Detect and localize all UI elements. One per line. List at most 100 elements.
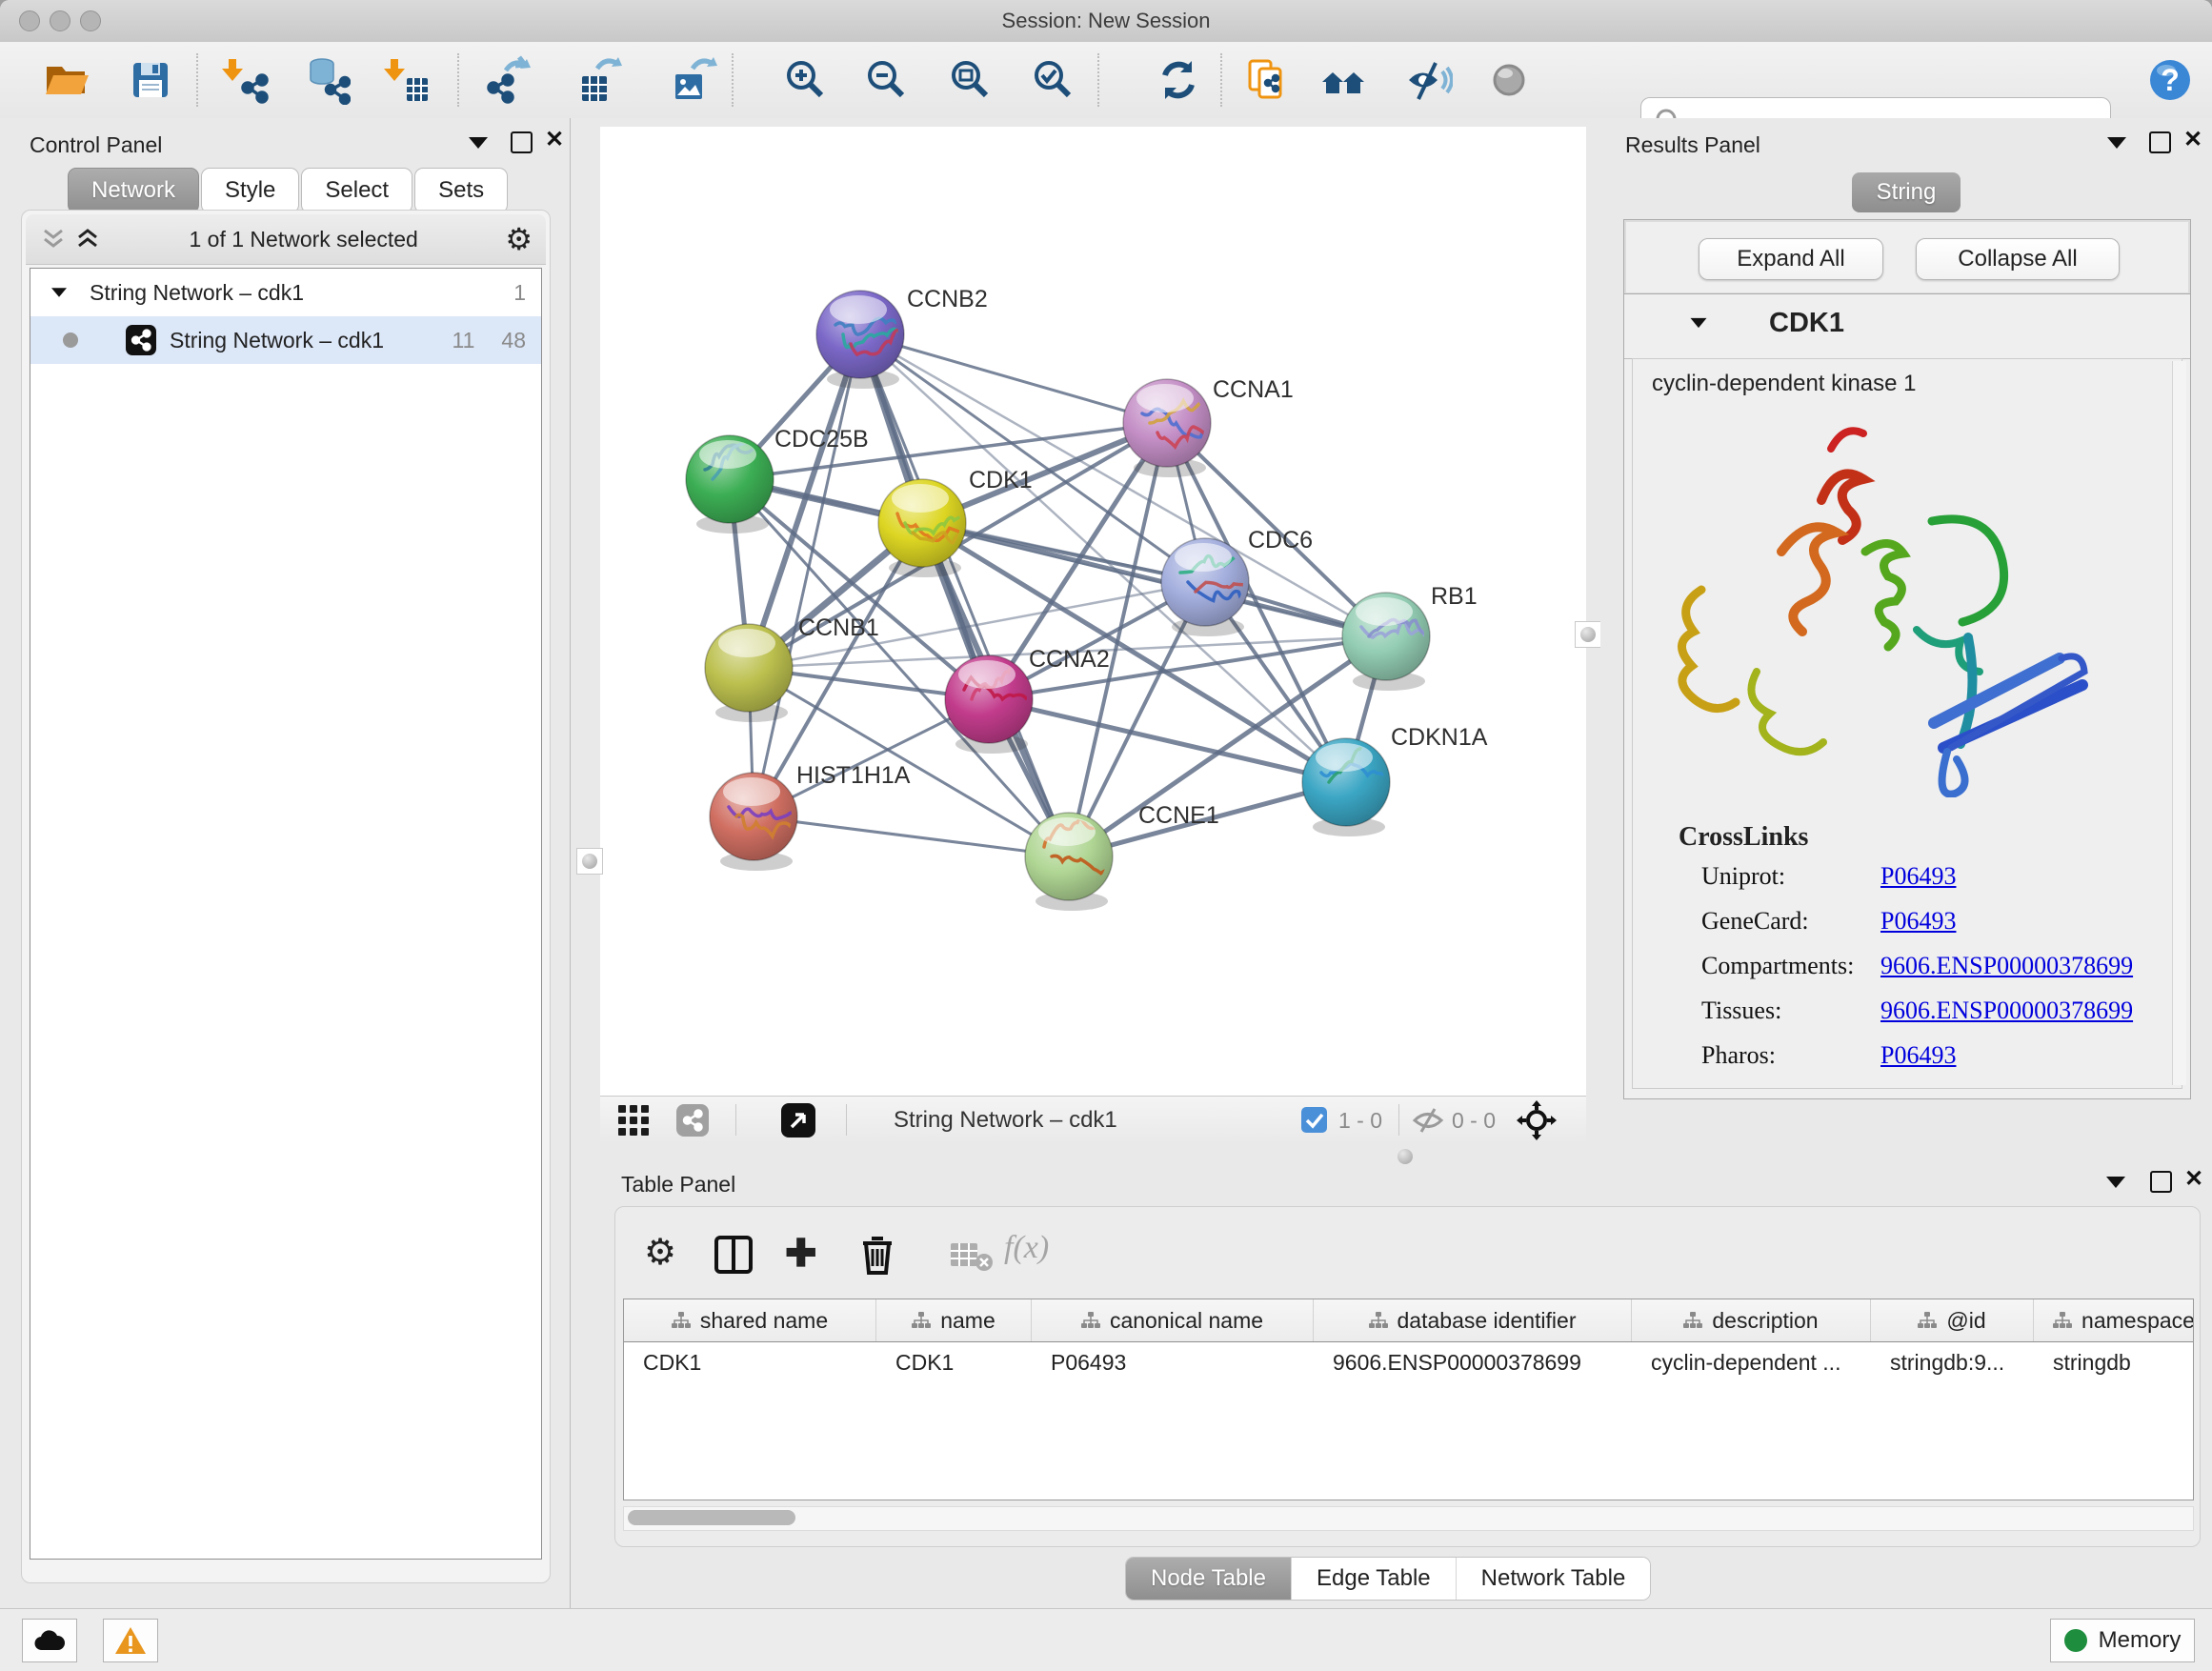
export-image-icon[interactable] <box>668 55 717 105</box>
zoom-in-icon[interactable] <box>781 55 831 105</box>
grid-view-icon[interactable] <box>617 1104 650 1137</box>
crosslink-value-link[interactable]: P06493 <box>1880 907 1956 936</box>
crosslink-value-link[interactable]: P06493 <box>1880 862 1956 891</box>
table-hscrollbar-thumb[interactable] <box>628 1510 795 1525</box>
network-canvas[interactable]: CCNB2CCNA1CDC25BCDK1CDC6RB1CCNB1CCNA2CDK… <box>600 127 1586 1096</box>
tab-node-table[interactable]: Node Table <box>1126 1558 1292 1600</box>
cloud-button[interactable] <box>22 1619 77 1662</box>
warning-button[interactable] <box>103 1619 158 1662</box>
right-splitter-handle[interactable] <box>1575 621 1601 648</box>
memory-button[interactable]: Memory <box>2050 1619 2195 1662</box>
export-network-icon[interactable] <box>483 55 533 105</box>
export-table-icon[interactable] <box>574 55 624 105</box>
toolbar-separator <box>735 1104 736 1136</box>
selected-checkbox-icon[interactable] <box>1301 1107 1327 1133</box>
table-panel-maximize-icon[interactable] <box>2150 1171 2172 1193</box>
node-label-CDC25B: CDC25B <box>774 426 869 453</box>
gene-description: cyclin-dependent kinase 1 <box>1652 371 1917 397</box>
import-network-file-icon[interactable] <box>220 55 270 105</box>
node-CDKN1A[interactable]: CDKN1A <box>1302 724 1488 836</box>
crosslink-row: GeneCard:P06493 <box>1633 907 2182 945</box>
tab-edge-table[interactable]: Edge Table <box>1292 1558 1457 1600</box>
crosslink-value-link[interactable]: P06493 <box>1880 1041 1956 1070</box>
results-panel-maximize-icon[interactable] <box>2149 131 2171 153</box>
node-CDK1[interactable]: CDK1 <box>878 467 1033 577</box>
collection-expand-icon[interactable] <box>51 288 67 297</box>
add-column-icon[interactable]: ✚ <box>785 1236 817 1272</box>
hide-selected-icon[interactable] <box>1403 55 1453 105</box>
node-label-CDK1: CDK1 <box>969 467 1033 493</box>
column-header-label: database identifier <box>1398 1308 1577 1334</box>
main-toolbar: ? <box>0 42 2212 119</box>
tab-select[interactable]: Select <box>301 168 412 213</box>
node-label-RB1: RB1 <box>1431 583 1478 610</box>
column-header-namespace[interactable]: namespace <box>2034 1299 2194 1341</box>
open-file-icon[interactable] <box>42 55 91 105</box>
expand-all-icon[interactable] <box>73 228 102 251</box>
table-gear-icon[interactable]: ⚙ <box>644 1236 676 1270</box>
column-header-shared-name[interactable]: shared name <box>624 1299 876 1341</box>
gene-header-row[interactable]: CDK1 <box>1624 294 2190 359</box>
results-scrollbar[interactable] <box>2172 361 2186 1085</box>
node-HIST1H1A[interactable]: HIST1H1A <box>710 762 911 871</box>
import-table-file-icon[interactable] <box>382 55 432 105</box>
table-panel-title: Table Panel <box>621 1172 735 1198</box>
import-network-database-icon[interactable] <box>301 55 351 105</box>
collapse-all-icon[interactable] <box>39 228 68 251</box>
column-header-id[interactable]: @id <box>1871 1299 2034 1341</box>
table-hscrollbar[interactable] <box>623 1506 2194 1531</box>
gear-icon[interactable]: ⚙ <box>505 225 533 253</box>
column-header-database-identifier[interactable]: database identifier <box>1314 1299 1632 1341</box>
control-panel-maximize-icon[interactable] <box>511 131 533 153</box>
network-node-count: 11 <box>452 328 475 353</box>
clone-network-icon[interactable] <box>1242 55 1292 105</box>
network-view-share-icon[interactable] <box>676 1104 709 1137</box>
save-session-icon[interactable] <box>126 55 175 105</box>
tab-network[interactable]: Network <box>68 168 199 213</box>
expand-all-button[interactable]: Expand All <box>1699 238 1883 280</box>
crosslink-row: Tissues:9606.ENSP00000378699 <box>1633 997 2182 1035</box>
tab-network-table[interactable]: Network Table <box>1457 1558 1651 1600</box>
results-panel-float-icon[interactable] <box>2107 137 2126 149</box>
crosslink-value-link[interactable]: 9606.ENSP00000378699 <box>1880 952 2133 980</box>
first-neighbors-icon[interactable] <box>1318 55 1368 105</box>
zoom-out-icon[interactable] <box>862 55 912 105</box>
selection-status-text: 1 of 1 Network selected <box>102 227 505 252</box>
network-row[interactable]: String Network – cdk1 11 48 <box>30 316 541 364</box>
network-list: String Network – cdk1 1 String Network –… <box>30 268 542 1560</box>
cloud-icon <box>33 1629 66 1652</box>
column-header-description[interactable]: description <box>1632 1299 1871 1341</box>
refresh-icon[interactable] <box>1154 55 1203 105</box>
node-label-CDC6: CDC6 <box>1248 527 1313 554</box>
network-collection-row[interactable]: String Network – cdk1 1 <box>30 269 541 316</box>
selected-count: 1 - 0 <box>1338 1108 1382 1134</box>
control-panel-float-icon[interactable] <box>469 137 488 149</box>
tab-sets[interactable]: Sets <box>414 168 508 213</box>
node-RB1[interactable]: RB1 <box>1342 583 1478 691</box>
function-builder-icon: f(x) <box>1004 1230 1049 1266</box>
tab-string[interactable]: String <box>1852 172 1961 212</box>
left-splitter-handle[interactable] <box>576 848 603 875</box>
tab-style[interactable]: Style <box>201 168 299 213</box>
zoom-selected-icon[interactable] <box>1029 55 1078 105</box>
node-CCNA2[interactable]: CCNA2 <box>945 646 1110 754</box>
table-panel-float-icon[interactable] <box>2106 1177 2125 1188</box>
collapse-all-button[interactable]: Collapse All <box>1916 238 2120 280</box>
zoom-fit-icon[interactable] <box>946 55 995 105</box>
column-header-label: namespace <box>2081 1308 2194 1334</box>
control-panel-close-icon[interactable]: ✕ <box>545 130 564 151</box>
show-all-icon[interactable] <box>1484 55 1534 105</box>
column-header-name[interactable]: name <box>876 1299 1032 1341</box>
crosslink-value-link[interactable]: 9606.ENSP00000378699 <box>1880 997 2133 1025</box>
gene-collapse-icon[interactable] <box>1691 318 1707 328</box>
select-columns-icon[interactable] <box>714 1236 753 1274</box>
birdseye-icon[interactable] <box>1517 1100 1557 1140</box>
table-row[interactable]: CDK1CDK1P064939606.ENSP00000378699cyclin… <box>624 1342 2193 1382</box>
results-panel-close-icon[interactable]: ✕ <box>2183 130 2202 151</box>
column-header-canonical-name[interactable]: canonical name <box>1032 1299 1314 1341</box>
help-icon[interactable]: ? <box>2145 55 2195 105</box>
column-source-icon <box>2053 1312 2072 1329</box>
table-panel-close-icon[interactable]: ✕ <box>2184 1169 2203 1190</box>
delete-column-icon[interactable] <box>859 1236 895 1276</box>
detach-view-icon[interactable] <box>781 1103 815 1137</box>
